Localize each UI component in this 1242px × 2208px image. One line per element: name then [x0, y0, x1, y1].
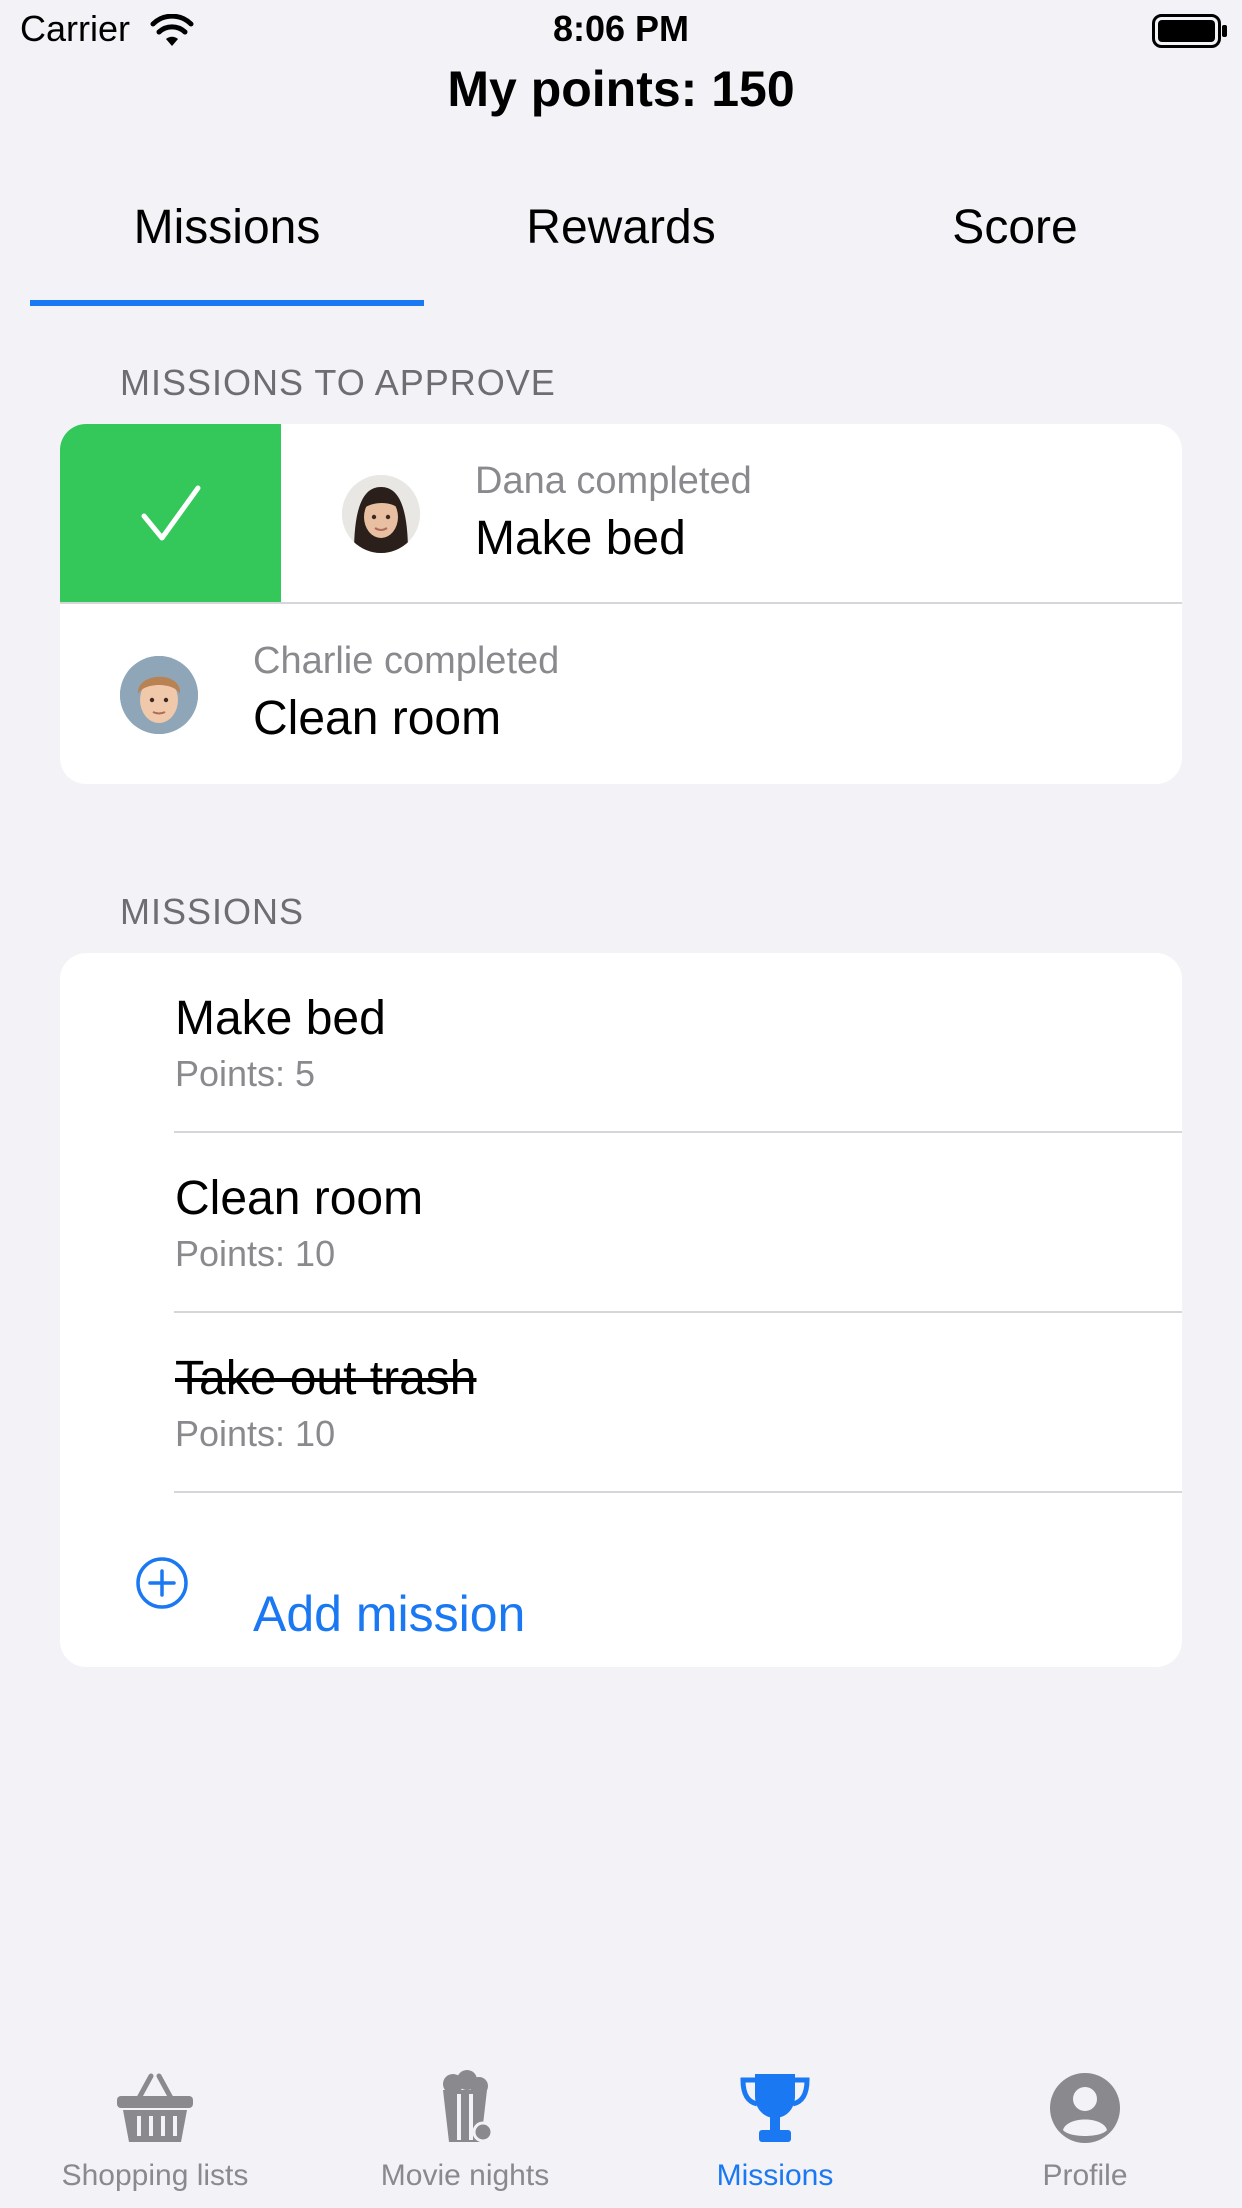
basket-icon [117, 2073, 193, 2142]
row-separator [174, 1131, 1182, 1133]
approve-item-mission[interactable]: Clean room [253, 691, 501, 746]
avatar-dana [342, 475, 420, 553]
approve-item-who: Charlie completed [253, 640, 560, 682]
missions-list: Make bed Points: 5 Clean room Points: 10… [60, 953, 1182, 1667]
tabbar-label: Movie nights [380, 2159, 550, 2192]
tabbar-item-missions[interactable]: Missions [620, 2070, 930, 2193]
row-separator [60, 602, 1182, 604]
mission-points: Points: 10 [175, 1413, 336, 1454]
approve-item-who: Dana completed [475, 460, 752, 502]
approve-swipe-action[interactable] [60, 424, 281, 604]
approve-list: Dana completed Make bed Charlie complete… [60, 424, 1182, 784]
tabbar-label: Profile [1042, 2159, 1128, 2192]
mission-name-completed[interactable]: Take out trash [175, 1351, 477, 1406]
tabbar-item-shopping-lists[interactable]: Shopping lists [0, 2070, 310, 2193]
add-mission-button[interactable]: Add mission [253, 1585, 525, 1643]
row-separator [174, 1491, 1182, 1493]
tabbar-item-movie-nights[interactable]: Movie nights [310, 2070, 620, 2193]
mission-name[interactable]: Clean room [175, 1171, 423, 1226]
mission-points: Points: 10 [175, 1233, 336, 1274]
trophy-icon [740, 2074, 810, 2142]
tabbar-label: Missions [716, 2159, 834, 2192]
status-time: 8:06 PM [552, 8, 690, 49]
approve-item-mission[interactable]: Make bed [475, 511, 686, 566]
avatar-charlie [120, 656, 198, 734]
tab-score[interactable]: Score [818, 200, 1212, 255]
checkmark-icon [141, 485, 201, 541]
battery-icon [1152, 14, 1227, 48]
add-circle-icon[interactable] [135, 1556, 189, 1610]
mission-points: Points: 5 [175, 1053, 316, 1094]
tab-selection-indicator [30, 300, 424, 306]
person-circle-icon [1050, 2073, 1120, 2143]
row-separator [174, 1311, 1182, 1313]
section-header-missions: MISSIONS [120, 891, 305, 932]
tabbar-item-profile[interactable]: Profile [930, 2070, 1240, 2193]
tabbar-label: Shopping lists [61, 2159, 249, 2192]
mission-name[interactable]: Make bed [175, 991, 386, 1046]
tab-missions[interactable]: Missions [30, 200, 424, 255]
popcorn-icon [443, 2070, 494, 2143]
page-title: My points: 150 [447, 61, 795, 117]
section-header-approve: MISSIONS TO APPROVE [120, 362, 556, 403]
tab-rewards[interactable]: Rewards [424, 200, 818, 255]
